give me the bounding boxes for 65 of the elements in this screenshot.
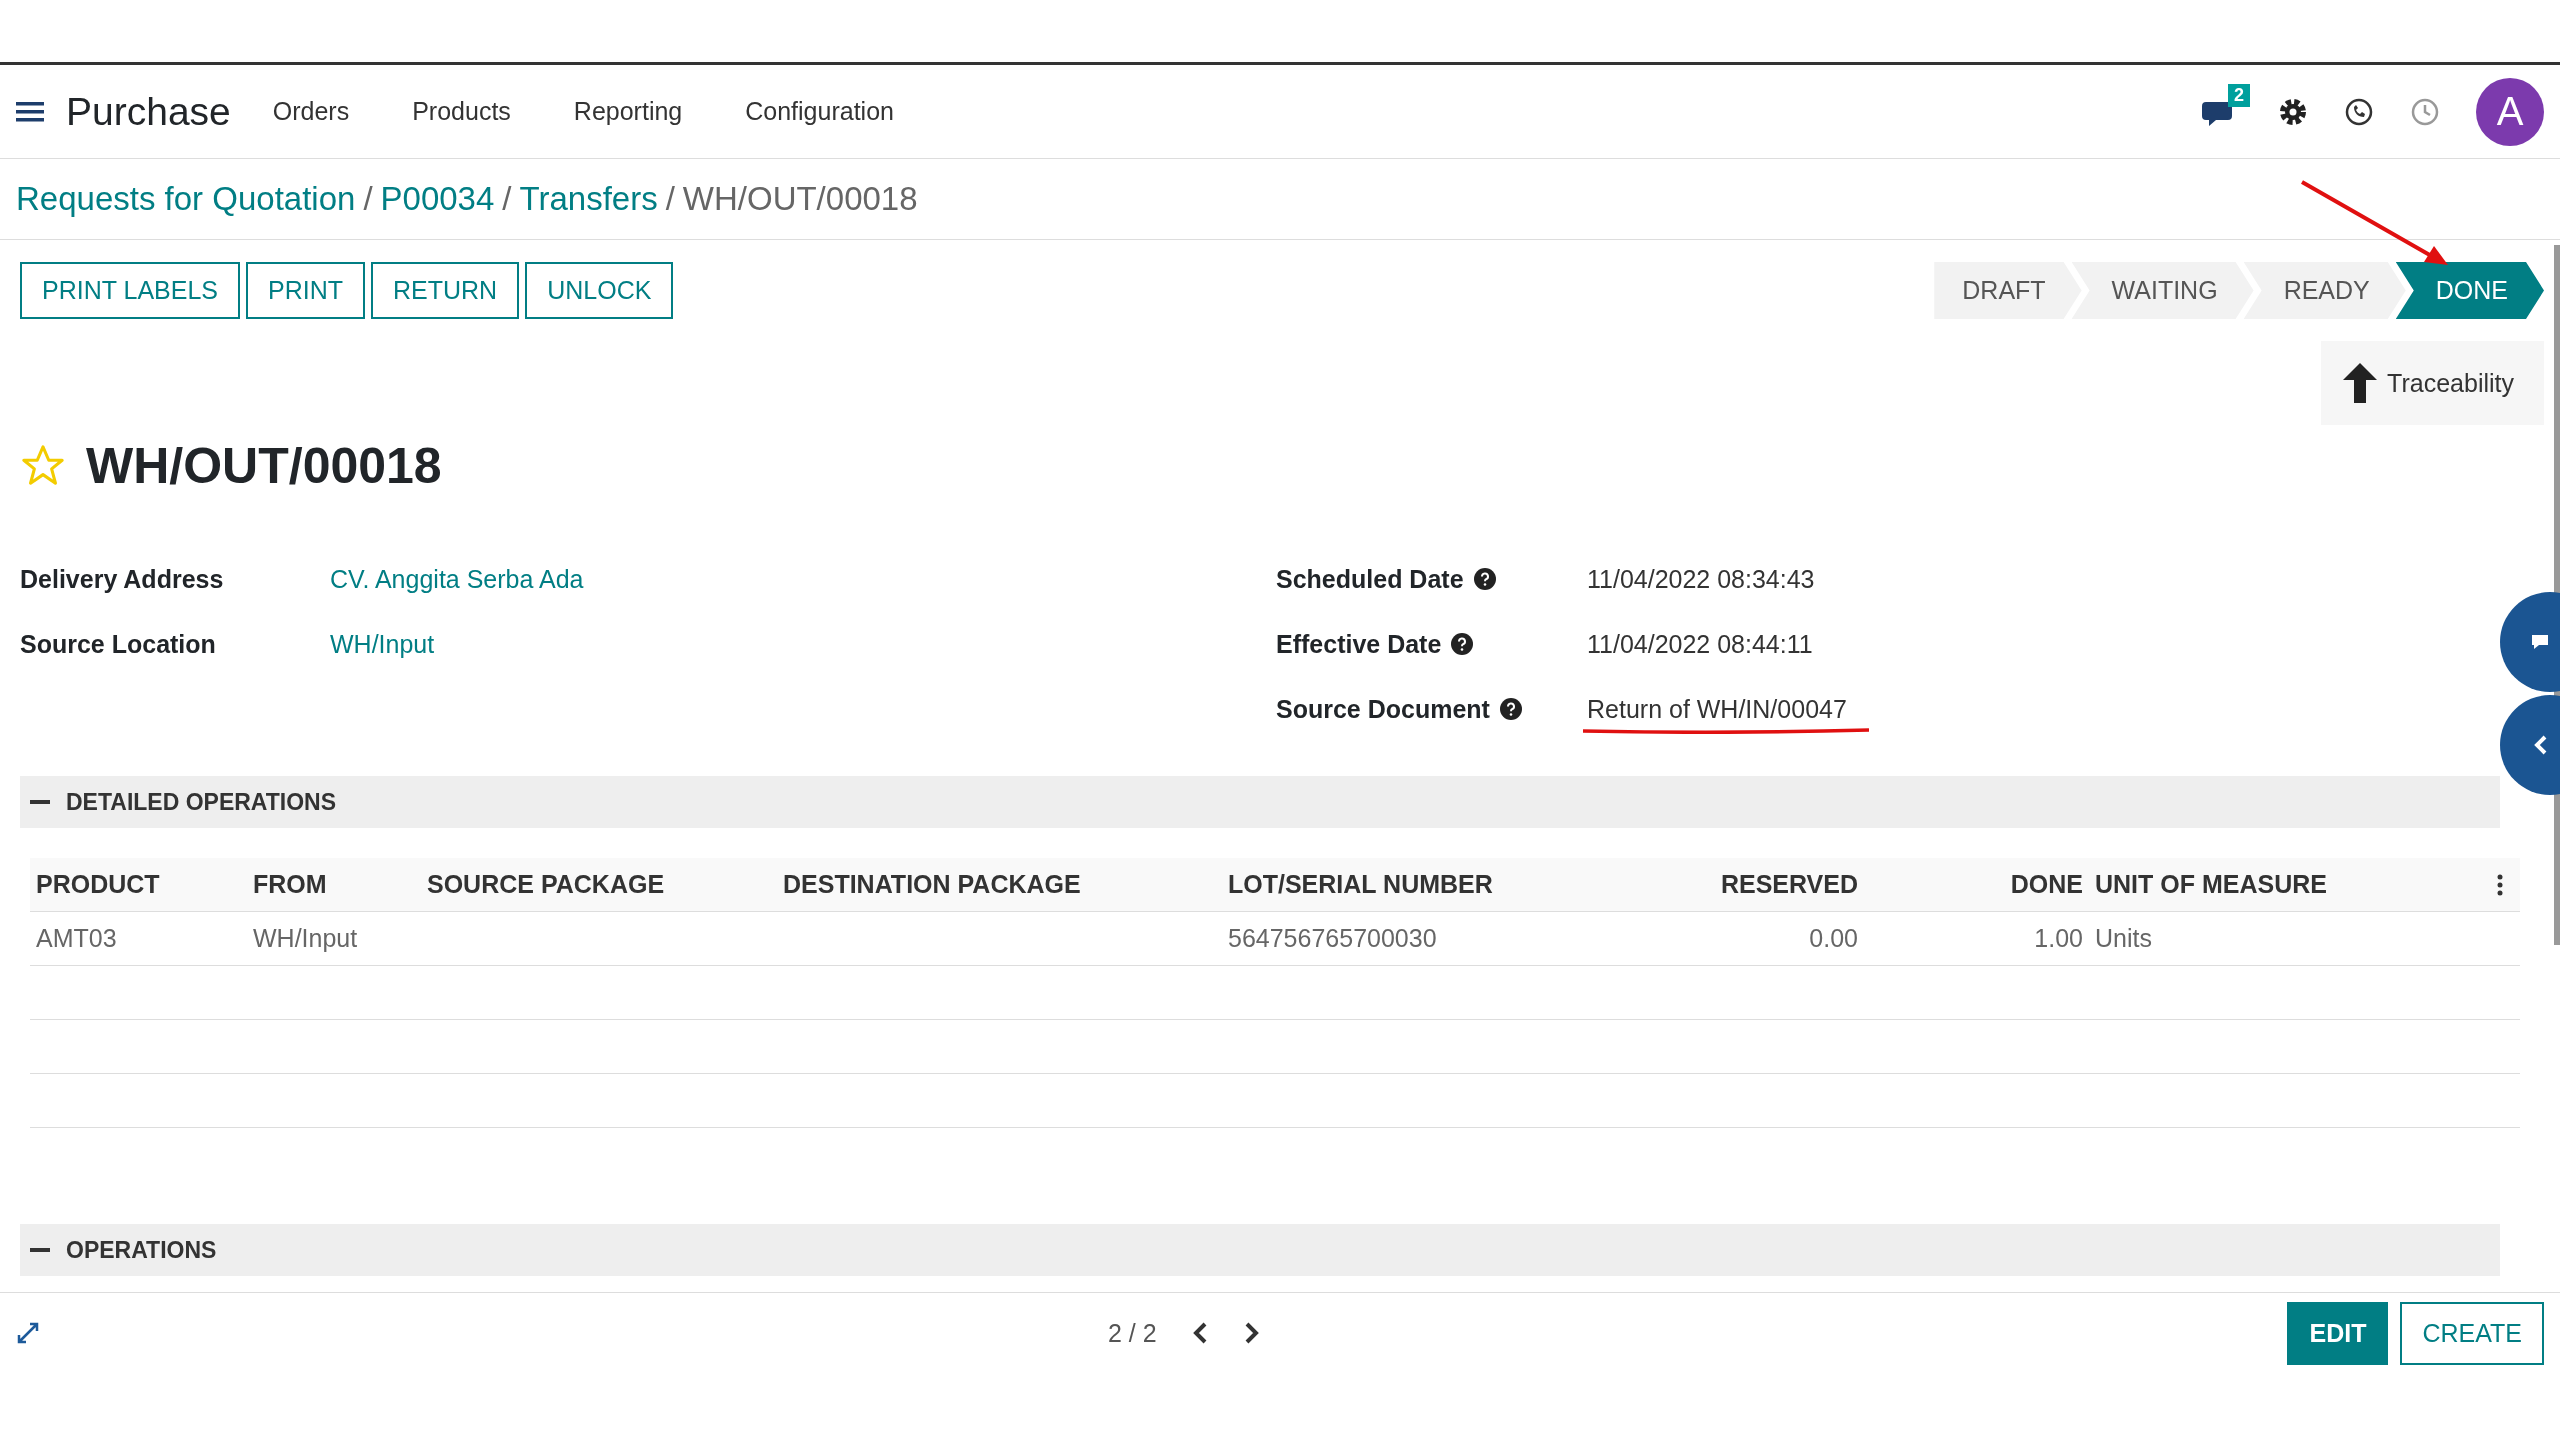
help-icon[interactable] bbox=[1451, 633, 1474, 655]
table-cell-text: WH/Input bbox=[252, 924, 359, 953]
table-cell-text: 564756765700030 bbox=[1227, 924, 1438, 953]
status-stage[interactable]: WAITING bbox=[2071, 262, 2254, 319]
table-cell-text: Units bbox=[2094, 924, 2153, 953]
form-button[interactable]: EDIT bbox=[2287, 1301, 2389, 1365]
field-value: 11/04/2022 08:44:11 bbox=[1587, 629, 1813, 659]
column-options-icon[interactable] bbox=[2497, 873, 2503, 896]
action-button[interactable]: PRINT LABELS bbox=[20, 262, 240, 319]
breadcrumb-separator: / bbox=[363, 180, 373, 218]
breadcrumb-item[interactable]: Requests for Quotation bbox=[16, 180, 356, 218]
nav-menu-item[interactable]: Configuration bbox=[745, 97, 894, 126]
help-icon[interactable] bbox=[1499, 698, 1522, 720]
field-label: Effective Date bbox=[1276, 629, 1442, 659]
settings-icon[interactable] bbox=[2278, 96, 2308, 127]
status-stage[interactable]: READY bbox=[2243, 262, 2406, 319]
nav-menu-item[interactable]: Reporting bbox=[573, 97, 683, 126]
expand-icon[interactable] bbox=[16, 1321, 40, 1345]
breadcrumb-item[interactable]: P00034 bbox=[380, 180, 495, 218]
app-name: Purchase bbox=[66, 89, 231, 134]
column-header[interactable]: DONE bbox=[1864, 870, 2089, 899]
clock-icon[interactable] bbox=[2410, 96, 2440, 127]
nav-menu-item[interactable]: Products bbox=[412, 97, 511, 126]
field-value[interactable]: WH/Input bbox=[330, 629, 435, 659]
menu-icon[interactable] bbox=[16, 99, 44, 124]
field-value: 11/04/2022 08:34:43 bbox=[1587, 564, 1815, 594]
phone-chat-icon[interactable] bbox=[2344, 96, 2374, 127]
field-value[interactable]: CV. Anggita Serba Ada bbox=[330, 564, 584, 594]
column-header[interactable]: LOT/SERIAL NUMBER bbox=[1222, 870, 1702, 899]
traceability-button[interactable]: Traceability bbox=[2321, 341, 2544, 425]
help-icon[interactable] bbox=[1473, 568, 1496, 590]
up-arrow-icon bbox=[2343, 363, 2378, 403]
pager-value: 2 / 2 bbox=[1108, 1318, 1157, 1348]
table-cell-text: AMT03 bbox=[35, 924, 118, 953]
table-cell-text: 0.00 bbox=[1808, 924, 1859, 953]
column-header[interactable]: RESERVED bbox=[1702, 870, 1864, 899]
field-label: Source Location bbox=[20, 629, 217, 659]
field-label: Source Document bbox=[1276, 694, 1490, 724]
status-stage[interactable]: DONE bbox=[2395, 262, 2544, 319]
column-header[interactable]: PRODUCT bbox=[30, 870, 247, 899]
column-header[interactable]: UNIT OF MEASURE bbox=[2089, 870, 2480, 899]
action-button[interactable]: UNLOCK bbox=[525, 262, 674, 319]
form-button[interactable]: CREATE bbox=[2400, 1301, 2544, 1365]
field-label: Scheduled Date bbox=[1276, 564, 1464, 594]
section-title: OPERATIONS bbox=[66, 1236, 217, 1264]
section-header[interactable]: DETAILED OPERATIONS bbox=[20, 776, 2500, 828]
table-cell-text: 1.00 bbox=[2033, 924, 2084, 953]
section-title: DETAILED OPERATIONS bbox=[66, 788, 337, 816]
column-header[interactable]: FROM bbox=[247, 870, 421, 899]
breadcrumb-separator: / bbox=[502, 180, 512, 218]
nav-menu-item[interactable]: Orders bbox=[272, 97, 350, 126]
action-button[interactable]: RETURN bbox=[371, 262, 520, 319]
breadcrumb-separator: / bbox=[665, 180, 675, 218]
field-value: Return of WH/IN/00047 bbox=[1587, 694, 1847, 724]
section-header[interactable]: OPERATIONS bbox=[20, 1224, 2500, 1276]
breadcrumb-item: WH/OUT/00018 bbox=[682, 180, 918, 218]
column-header[interactable]: DESTINATION PACKAGE bbox=[777, 870, 1222, 899]
field-label: Delivery Address bbox=[20, 564, 225, 594]
action-button[interactable]: PRINT bbox=[246, 262, 365, 319]
breadcrumb-item[interactable]: Transfers bbox=[519, 180, 658, 218]
user-avatar[interactable]: A bbox=[2476, 77, 2544, 146]
column-header[interactable]: SOURCE PACKAGE bbox=[421, 870, 777, 899]
status-stage[interactable]: DRAFT bbox=[1934, 262, 2082, 319]
record-title: WH/OUT/00018 bbox=[86, 437, 442, 495]
message-count-badge: 2 bbox=[2228, 83, 2250, 107]
